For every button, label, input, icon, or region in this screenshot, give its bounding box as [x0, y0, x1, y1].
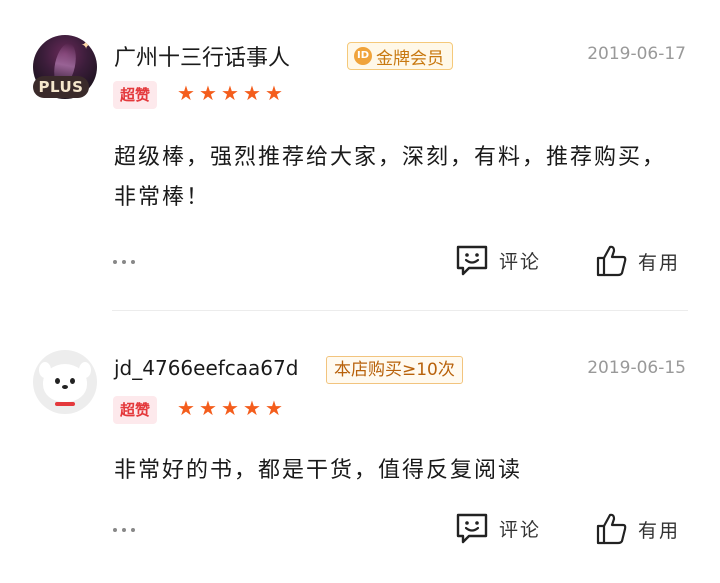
more-dots-icon[interactable]: [113, 528, 135, 532]
comment-label: 评论: [499, 518, 542, 541]
star-icon: ★: [177, 396, 195, 420]
review-content: 超级棒，强烈推荐给大家，深刻，有料，推荐购买，非常棒！: [114, 145, 667, 210]
thumbs-up-icon: [596, 244, 628, 278]
sparkle-icon: ✦: [80, 38, 91, 52]
star-icon: ★: [243, 396, 261, 420]
review-date: 2019-06-15: [587, 358, 686, 378]
star-icon: ★: [265, 396, 283, 420]
gold-member-icon: ID: [354, 47, 372, 65]
username[interactable]: 广州十三行话事人: [114, 40, 290, 72]
praise-tag: 超赞: [113, 396, 158, 424]
star-icon: ★: [243, 81, 261, 105]
review-date: 2019-06-17: [587, 44, 686, 64]
comment-icon: [455, 244, 489, 276]
star-icon: ★: [199, 81, 217, 105]
star-icon: ★: [199, 396, 217, 420]
rating-stars: ★ ★ ★ ★ ★: [177, 81, 284, 105]
like-button[interactable]: 有用: [596, 512, 680, 546]
purchase-badge: 本店购买≥10次: [326, 356, 463, 384]
praise-tag: 超赞: [113, 81, 158, 109]
star-icon: ★: [221, 396, 239, 420]
comment-label: 评论: [499, 250, 542, 273]
star-icon: ★: [265, 81, 283, 105]
thumbs-up-icon: [596, 512, 628, 546]
like-label: 有用: [638, 519, 681, 542]
comment-button[interactable]: 评论: [455, 244, 541, 276]
more-dots-icon[interactable]: [113, 260, 135, 264]
comment-icon: [455, 512, 489, 544]
comment-button[interactable]: 评论: [455, 512, 541, 544]
star-icon: ★: [221, 81, 239, 105]
review-content: 非常好的书，都是干货，值得反复阅读: [114, 458, 523, 483]
dog-mascot-icon: [43, 364, 87, 402]
review-item: ✦ PLUS 广州十三行话事人 ID 金牌会员 2019-06-17 超赞 ★ …: [0, 0, 720, 311]
plus-badge: PLUS: [33, 76, 89, 98]
rating-stars: ★ ★ ★ ★ ★: [177, 396, 284, 420]
avatar[interactable]: [33, 350, 97, 414]
member-badge: ID 金牌会员: [347, 42, 453, 70]
like-label: 有用: [638, 251, 681, 274]
star-icon: ★: [177, 81, 195, 105]
username[interactable]: jd_4766eefcaa67d: [114, 356, 298, 380]
like-button[interactable]: 有用: [596, 244, 680, 278]
member-badge-label: 金牌会员: [376, 48, 444, 69]
